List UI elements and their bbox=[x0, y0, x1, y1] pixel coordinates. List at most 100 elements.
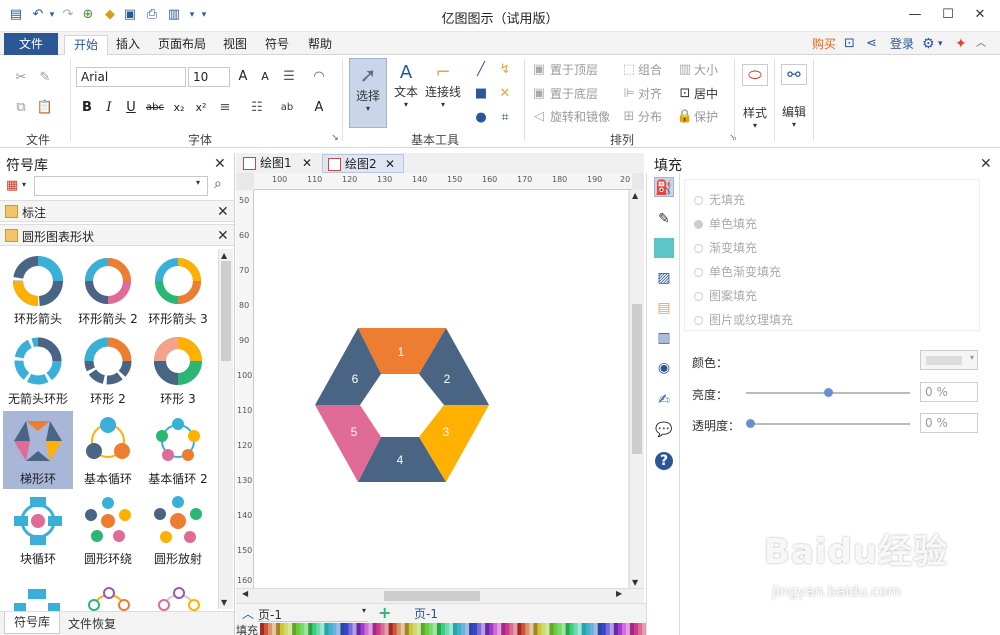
shape-ring-arrow-2[interactable]: 环形箭头 2 bbox=[73, 251, 143, 329]
color-picker[interactable]: ▾ bbox=[920, 350, 978, 370]
radio-solid-fill[interactable]: 单色填充 bbox=[694, 217, 757, 231]
text-path-icon[interactable]: ◠ bbox=[310, 68, 328, 86]
rotate-button[interactable]: 旋转和镜像 bbox=[550, 109, 610, 125]
crop-tool-icon[interactable]: ⌗ bbox=[496, 109, 514, 127]
radio-pattern-fill[interactable]: 图案填充 bbox=[694, 289, 757, 303]
palette-swatch[interactable] bbox=[408, 623, 414, 635]
menu-file[interactable]: 文件 bbox=[4, 33, 58, 55]
bring-front-icon[interactable]: ▣ bbox=[530, 61, 548, 79]
bold-icon[interactable]: B bbox=[78, 99, 96, 117]
paste-icon[interactable]: 📋 bbox=[36, 99, 54, 117]
palette-swatch[interactable] bbox=[260, 623, 265, 635]
palette-swatch[interactable] bbox=[372, 623, 377, 635]
palette-swatch[interactable] bbox=[473, 623, 478, 635]
tab-file-recovery[interactable]: 文件恢复 bbox=[68, 614, 116, 634]
palette-swatch[interactable] bbox=[424, 623, 430, 635]
palette-swatch[interactable] bbox=[340, 623, 345, 635]
comment-icon[interactable]: 💬 bbox=[654, 420, 674, 440]
grow-font-icon[interactable]: A bbox=[234, 68, 252, 86]
rotate-icon[interactable]: ◁ bbox=[530, 108, 548, 126]
palette-swatch[interactable] bbox=[469, 623, 474, 635]
shape-trapezoid-ring[interactable]: 梯形环 bbox=[3, 411, 73, 489]
palette-swatch[interactable] bbox=[561, 623, 566, 635]
tab-help[interactable]: 帮助 bbox=[302, 35, 338, 55]
palette-swatch[interactable] bbox=[428, 623, 434, 635]
cut-icon[interactable]: ✂ bbox=[12, 69, 30, 87]
palette-swatch[interactable] bbox=[388, 623, 393, 635]
transparency-slider-knob[interactable] bbox=[746, 419, 755, 428]
palette-swatch[interactable] bbox=[637, 623, 643, 635]
expand-pages-icon[interactable]: ︿ bbox=[242, 606, 254, 622]
palette-swatch[interactable] bbox=[328, 623, 333, 635]
palette-swatch[interactable] bbox=[565, 623, 570, 635]
palette-swatch[interactable] bbox=[276, 623, 281, 635]
palette-swatch[interactable] bbox=[541, 623, 546, 635]
shape-partial-tree[interactable] bbox=[12, 585, 62, 611]
page-tab-1[interactable]: 页-1 bbox=[414, 606, 438, 622]
palette-swatch[interactable] bbox=[312, 623, 317, 635]
palette-swatch[interactable] bbox=[633, 623, 639, 635]
palette-swatch[interactable] bbox=[296, 623, 301, 635]
palette-swatch[interactable] bbox=[272, 623, 277, 635]
palette-swatch[interactable] bbox=[352, 623, 357, 635]
close-category-icon[interactable]: ✕ bbox=[217, 229, 229, 243]
fill-tool-icon[interactable]: ⛽ bbox=[654, 177, 674, 197]
page-select[interactable]: 页-1 ▾ bbox=[258, 606, 368, 622]
distribute-icon[interactable]: ⊞ bbox=[620, 108, 638, 126]
superscript-icon[interactable]: x² bbox=[192, 99, 210, 117]
shape-circle-radial[interactable]: 圆形放射 bbox=[143, 491, 213, 569]
palette-swatch[interactable] bbox=[304, 623, 309, 635]
shape-ring-3[interactable]: 环形 3 bbox=[143, 331, 213, 409]
help-icon[interactable]: ? bbox=[655, 452, 673, 470]
palette-swatch[interactable] bbox=[549, 623, 554, 635]
search-icon[interactable]: ⌕ bbox=[214, 176, 222, 192]
close-category-icon[interactable]: ✕ bbox=[217, 205, 229, 219]
bring-front-button[interactable]: 置于顶层 bbox=[550, 62, 598, 78]
brightness-input[interactable]: 0 % bbox=[920, 382, 978, 402]
edit-button[interactable]: ⚯ 编辑 ▾ bbox=[777, 58, 811, 138]
drawing-page[interactable]: 1 2 3 4 5 6 bbox=[254, 190, 628, 588]
palette-swatch[interactable] bbox=[348, 623, 353, 635]
palette-swatch[interactable] bbox=[440, 623, 446, 635]
shape-partial-ring-b[interactable] bbox=[154, 585, 204, 611]
image-icon[interactable]: ▨ bbox=[654, 268, 674, 288]
line-style-icon[interactable]: ✎ bbox=[654, 209, 674, 229]
attachment-icon[interactable]: ✍ bbox=[654, 390, 674, 410]
palette-swatch[interactable] bbox=[493, 623, 498, 635]
protect-button[interactable]: 保护 bbox=[694, 109, 718, 125]
arc-tool-icon[interactable]: ↯ bbox=[496, 61, 514, 79]
palette-swatch[interactable] bbox=[617, 623, 623, 635]
palette-swatch[interactable] bbox=[597, 623, 603, 635]
size-icon[interactable]: ▥ bbox=[676, 61, 694, 79]
connector-button[interactable]: ⌐ 连接线 ▾ bbox=[424, 58, 462, 128]
subscript-icon[interactable]: x₂ bbox=[170, 99, 188, 117]
palette-swatch[interactable] bbox=[529, 623, 534, 635]
layers-icon[interactable]: ▤ bbox=[654, 298, 674, 318]
shape-basic-cycle-2[interactable]: 基本循环 2 bbox=[143, 411, 213, 489]
close-tab-icon[interactable]: ✕ bbox=[302, 154, 312, 172]
share-box-icon[interactable]: ⊡ bbox=[844, 35, 855, 53]
center-icon[interactable]: ⊡ bbox=[676, 85, 694, 103]
hexagon-ring-diagram[interactable]: 1 2 3 4 5 6 bbox=[254, 190, 628, 588]
strikethrough-icon[interactable]: abc bbox=[146, 99, 164, 117]
align-icon[interactable]: ⊫ bbox=[620, 85, 638, 103]
underline-icon[interactable]: U bbox=[122, 99, 140, 117]
palette-swatch[interactable] bbox=[605, 623, 611, 635]
palette-swatch[interactable] bbox=[569, 623, 574, 635]
shape-circle-surround[interactable]: 圆形环绕 bbox=[73, 491, 143, 569]
palette-swatch[interactable] bbox=[465, 623, 470, 635]
shape-block-cycle[interactable]: 块循环 bbox=[3, 491, 73, 569]
palette-swatch[interactable] bbox=[396, 623, 402, 635]
palette-swatch[interactable] bbox=[593, 623, 599, 635]
font-size-select[interactable]: 10 bbox=[188, 67, 230, 87]
palette-swatch[interactable] bbox=[412, 623, 418, 635]
palette-swatch[interactable] bbox=[264, 623, 269, 635]
scroll-down-icon[interactable]: ▼ bbox=[632, 578, 638, 587]
font-name-select[interactable]: Arial bbox=[76, 67, 186, 87]
align-button[interactable]: 对齐 bbox=[638, 86, 662, 102]
palette-swatch[interactable] bbox=[613, 623, 619, 635]
scroll-thumb[interactable] bbox=[384, 591, 480, 601]
palette-swatch[interactable] bbox=[517, 623, 522, 635]
ellipse-tool-icon[interactable]: ● bbox=[472, 109, 490, 127]
palette-swatch[interactable] bbox=[497, 623, 502, 635]
